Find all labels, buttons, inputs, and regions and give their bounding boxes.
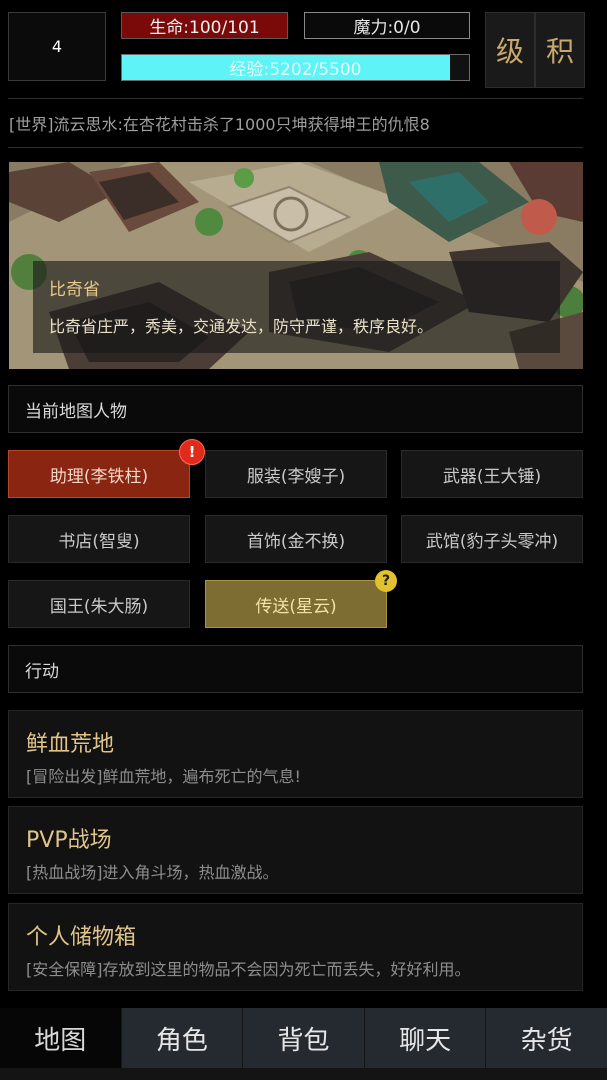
npc-button-jewelry[interactable]: 首饰(金不换)	[205, 515, 387, 563]
action-description: [冒险出发]鲜血荒地，遍布死亡的气息!	[26, 767, 301, 786]
tab-shop[interactable]: 杂货	[485, 1008, 607, 1068]
npc-button-dojo[interactable]: 武馆(豹子头零冲)	[401, 515, 583, 563]
map-info-panel: 比奇省 比奇省庄严，秀美，交通发达，防守严谨，秩序良好。	[33, 261, 560, 353]
divider	[8, 98, 583, 99]
mp-bar: 魔力:0/0	[304, 12, 470, 39]
map-name: 比奇省	[49, 280, 100, 300]
map-description: 比奇省庄严，秀美，交通发达，防守严谨，秩序良好。	[49, 317, 434, 336]
tab-chat[interactable]: 聊天	[363, 1008, 486, 1068]
action-description: [安全保障]存放到这里的物品不会因为死亡而丢失，好好利用。	[26, 960, 471, 979]
npc-section-header: 当前地图人物	[8, 385, 583, 433]
level-button[interactable]: 级	[485, 12, 535, 88]
exp-text: 经验:5202/5500	[229, 60, 362, 80]
npc-button-bookstore[interactable]: 书店(智叟)	[8, 515, 190, 563]
map-scene-image: 比奇省 比奇省庄严，秀美，交通发达，防守严谨，秩序良好。	[9, 162, 583, 369]
npc-button-assistant[interactable]: 助理(李铁柱)	[8, 450, 190, 498]
action-title: PVP战场	[26, 828, 112, 853]
action-item-storage-box[interactable]: 个人储物箱 [安全保障]存放到这里的物品不会因为死亡而丢失，好好利用。	[8, 903, 583, 991]
world-chat-message[interactable]: [世界]流云思水:在杏花村击杀了1000只坤获得坤王的仇恨8	[9, 108, 589, 138]
alert-icon: !	[179, 439, 205, 465]
action-description: [热血战场]进入角斗场，热血激战。	[26, 863, 279, 882]
action-section-header: 行动	[8, 645, 583, 693]
bottom-strip	[0, 1068, 607, 1080]
tab-map[interactable]: 地图	[0, 1008, 121, 1068]
hp-bar: 生命:100/101	[121, 12, 288, 39]
level-box: 4	[8, 12, 106, 81]
npc-button-clothing[interactable]: 服装(李嫂子)	[205, 450, 387, 498]
tab-backpack[interactable]: 背包	[242, 1008, 364, 1068]
exp-bar: 经验:5202/5500	[121, 54, 470, 81]
npc-button-teleport[interactable]: 传送(星云)	[205, 580, 387, 628]
points-button[interactable]: 积	[535, 12, 585, 88]
quest-icon: ?	[375, 570, 397, 592]
action-item-pvp-arena[interactable]: PVP战场 [热血战场]进入角斗场，热血激战。	[8, 806, 583, 894]
bottom-tab-bar: 地图 角色 背包 聊天 杂货	[0, 1008, 607, 1068]
npc-button-weapons[interactable]: 武器(王大锤)	[401, 450, 583, 498]
tab-character[interactable]: 角色	[120, 1008, 243, 1068]
action-title: 个人储物箱	[26, 925, 137, 950]
divider	[8, 147, 583, 148]
action-title: 鲜血荒地	[26, 732, 115, 757]
npc-button-king[interactable]: 国王(朱大肠)	[8, 580, 190, 628]
action-item-blood-wasteland[interactable]: 鲜血荒地 [冒险出发]鲜血荒地，遍布死亡的气息!	[8, 710, 583, 798]
